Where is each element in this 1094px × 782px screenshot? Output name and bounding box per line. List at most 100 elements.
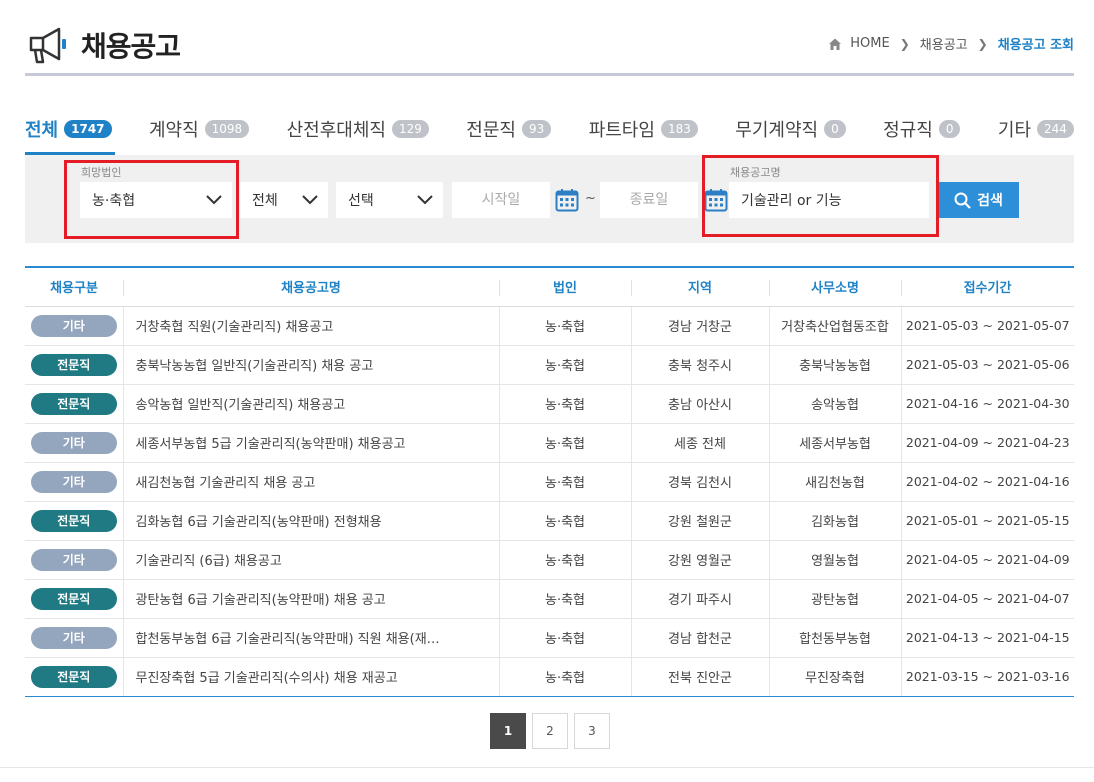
tab-etc[interactable]: 기타 244 bbox=[998, 114, 1074, 144]
office-cell: 광탄농협 bbox=[768, 579, 901, 619]
tab-label: 무기계약직 bbox=[735, 120, 819, 141]
tab-part-time[interactable]: 파트타임 183 bbox=[589, 114, 698, 144]
page-button[interactable]: 2 bbox=[532, 713, 568, 749]
corp-cell: 농·축협 bbox=[498, 345, 631, 385]
category-tabs: 전체 1747 계약직 1098 산전후대체직 129 전문직 93 파트타임 183 무… bbox=[25, 114, 1074, 156]
table-row[interactable]: 기타 세종서부농협 5급 기술관리직(농약판매) 채용공고 농·축협 세종 전체 세종서… bbox=[25, 423, 1074, 463]
megaphone-icon bbox=[29, 27, 66, 64]
table-row[interactable]: 기타 새김천농협 기술관리직 채용 공고 농·축협 경북 김천시 새김천농협 2021-0… bbox=[25, 462, 1074, 502]
corp-cell: 농·축협 bbox=[498, 657, 631, 696]
tab-regular[interactable]: 정규직 0 bbox=[883, 114, 961, 144]
job-title-link[interactable]: 거창축협 직원(기술관리직) 채용공고 bbox=[122, 306, 499, 346]
table-row[interactable]: 전문직 김화농협 6급 기술관리직(농약판매) 전형채용 농·축협 강원 철원군 김화농… bbox=[25, 501, 1074, 541]
job-title-link[interactable]: 김화농협 6급 기술관리직(농약판매) 전형채용 bbox=[122, 501, 499, 541]
breadcrumb-home[interactable]: HOME bbox=[850, 36, 889, 51]
breadcrumb: HOME ❯ 채용공고 ❯ 채용공고 조회 bbox=[828, 34, 1074, 53]
job-title-link[interactable]: 새김천농협 기술관리직 채용 공고 bbox=[122, 462, 499, 502]
column-header: 채용공고명 bbox=[123, 268, 499, 307]
tab-count: 0 bbox=[938, 120, 961, 138]
type-badge: 전문직 bbox=[30, 587, 117, 610]
type-cell: 기타 bbox=[25, 462, 123, 502]
tab-count: 1747 bbox=[64, 120, 112, 138]
table-row[interactable]: 전문직 무진장축협 5급 기술관리직(수의사) 채용 재공고 농·축협 전북 진안군 무… bbox=[25, 657, 1074, 696]
breadcrumb-current: 채용공고 조회 bbox=[997, 38, 1074, 53]
region-cell: 충남 아산시 bbox=[630, 384, 769, 424]
type-badge: 전문직 bbox=[30, 392, 117, 415]
calendar-icon[interactable] bbox=[555, 188, 579, 212]
page-button[interactable]: 3 bbox=[574, 713, 610, 749]
type-badge: 기타 bbox=[30, 431, 117, 454]
subregion-select-value: 선택 bbox=[348, 193, 374, 209]
period-cell: 2021-04-13 ~ 2021-04-15 bbox=[900, 618, 1074, 658]
tab-count: 129 bbox=[391, 120, 429, 138]
region-cell: 강원 영월군 bbox=[630, 540, 769, 580]
tab-label: 파트타임 bbox=[588, 120, 655, 141]
breadcrumb-level1[interactable]: 채용공고 bbox=[920, 34, 968, 53]
type-badge: 기타 bbox=[30, 548, 117, 571]
job-listing-table: 채용구분 채용공고명 법인 지역 사무소명 접수기간 기타 거창축협 직원(기술관… bbox=[25, 268, 1074, 696]
page-header: 채용공고 HOME ❯ 채용공고 ❯ 채용공고 조회 bbox=[25, 22, 1074, 76]
table-row[interactable]: 전문직 광탄농협 6급 기술관리직(농약판매) 채용 공고 농·축협 경기 파주시 광탄… bbox=[25, 579, 1074, 619]
tab-indefinite-contract[interactable]: 무기계약직 0 bbox=[735, 114, 846, 144]
region-cell: 전북 진안군 bbox=[630, 657, 769, 696]
type-cell: 전문직 bbox=[25, 657, 123, 696]
job-title-link[interactable]: 무진장축협 5급 기술관리직(수의사) 채용 재공고 bbox=[122, 657, 499, 696]
job-title-link[interactable]: 기술관리직 (6급) 채용공고 bbox=[122, 540, 499, 580]
table-row[interactable]: 기타 합천동부농협 6급 기술관리직(농약판매) 직원 채용(재… 농·축협 경남 합… bbox=[25, 618, 1074, 658]
start-date-input[interactable] bbox=[452, 182, 550, 218]
tab-all[interactable]: 전체 1747 bbox=[25, 114, 112, 144]
table-row[interactable]: 전문직 충북낙농농협 일반직(기술관리직) 채용 공고 농·축협 충북 청주시 충북낙농… bbox=[25, 345, 1074, 385]
tab-maternity-substitute[interactable]: 산전후대체직 129 bbox=[287, 114, 429, 144]
job-title-link[interactable]: 송악농협 일반직(기술관리직) 채용공고 bbox=[122, 384, 499, 424]
chevron-right-icon: ❯ bbox=[977, 36, 988, 51]
type-cell: 전문직 bbox=[25, 384, 123, 424]
region-cell: 경북 김천시 bbox=[630, 462, 769, 502]
corp-cell: 농·축협 bbox=[498, 306, 631, 346]
tab-contract[interactable]: 계약직 1098 bbox=[148, 114, 250, 144]
region-cell: 충북 청주시 bbox=[630, 345, 769, 385]
office-cell: 영월농협 bbox=[768, 540, 901, 580]
job-title-link[interactable]: 세종서부농협 5급 기술관리직(농약판매) 채용공고 bbox=[122, 423, 499, 463]
corp-cell: 농·축협 bbox=[498, 579, 631, 619]
tab-count: 244 bbox=[1037, 120, 1074, 138]
table-row[interactable]: 기타 거창축협 직원(기술관리직) 채용공고 농·축협 경남 거창군 거창축산업협동조합… bbox=[25, 306, 1074, 346]
period-cell: 2021-04-16 ~ 2021-04-30 bbox=[900, 384, 1074, 424]
chevron-down-icon bbox=[302, 195, 318, 205]
job-title-link[interactable]: 충북낙농농협 일반직(기술관리직) 채용 공고 bbox=[122, 345, 499, 385]
corp-cell: 농·축협 bbox=[498, 384, 631, 424]
title-wrap: 채용공고 bbox=[25, 24, 181, 66]
column-header: 접수기간 bbox=[901, 268, 1074, 307]
region-select[interactable]: 전체 bbox=[240, 182, 328, 218]
search-icon bbox=[954, 192, 971, 209]
tab-label: 산전후대체직 bbox=[286, 120, 386, 141]
office-cell: 세종서부농협 bbox=[768, 423, 901, 463]
corp-cell: 농·축협 bbox=[498, 501, 631, 541]
chevron-right-icon: ❯ bbox=[899, 36, 910, 51]
tab-count: 1098 bbox=[204, 120, 250, 138]
tab-label: 전문직 bbox=[466, 120, 516, 141]
office-cell: 무진장축협 bbox=[768, 657, 901, 696]
job-title-link[interactable]: 합천동부농협 6급 기술관리직(농약판매) 직원 채용(재… bbox=[122, 618, 499, 658]
column-header: 채용구분 bbox=[25, 268, 123, 307]
pagination: 1 2 3 bbox=[490, 713, 616, 749]
period-cell: 2021-04-05 ~ 2021-04-07 bbox=[900, 579, 1074, 619]
type-cell: 기타 bbox=[25, 306, 123, 346]
type-cell: 기타 bbox=[25, 618, 123, 658]
search-button[interactable]: 검색 bbox=[938, 182, 1019, 218]
job-title-link[interactable]: 광탄농협 6급 기술관리직(농약판매) 채용 공고 bbox=[122, 579, 499, 619]
table-row[interactable]: 전문직 송악농협 일반직(기술관리직) 채용공고 농·축협 충남 아산시 송악농협 202… bbox=[25, 384, 1074, 424]
corp-cell: 농·축협 bbox=[498, 540, 631, 580]
subregion-select[interactable]: 선택 bbox=[336, 182, 443, 218]
tab-label: 계약직 bbox=[148, 120, 199, 141]
page-button[interactable]: 1 bbox=[490, 713, 526, 749]
corp-cell: 농·축협 bbox=[498, 462, 631, 502]
end-date-input[interactable] bbox=[600, 182, 698, 218]
home-icon[interactable] bbox=[828, 37, 842, 51]
search-button-label: 검색 bbox=[977, 193, 1003, 209]
table-row[interactable]: 기타 기술관리직 (6급) 채용공고 농·축협 강원 영월군 영월농협 2021-04-0… bbox=[25, 540, 1074, 580]
office-cell: 합천동부농협 bbox=[768, 618, 901, 658]
tab-professional[interactable]: 전문직 93 bbox=[466, 114, 552, 144]
job-table: 채용구분 채용공고명 법인 지역 사무소명 접수기간 기타 거창축협 직원(기술관… bbox=[25, 266, 1074, 697]
divider bbox=[0, 767, 1094, 768]
region-cell: 강원 철원군 bbox=[630, 501, 769, 541]
